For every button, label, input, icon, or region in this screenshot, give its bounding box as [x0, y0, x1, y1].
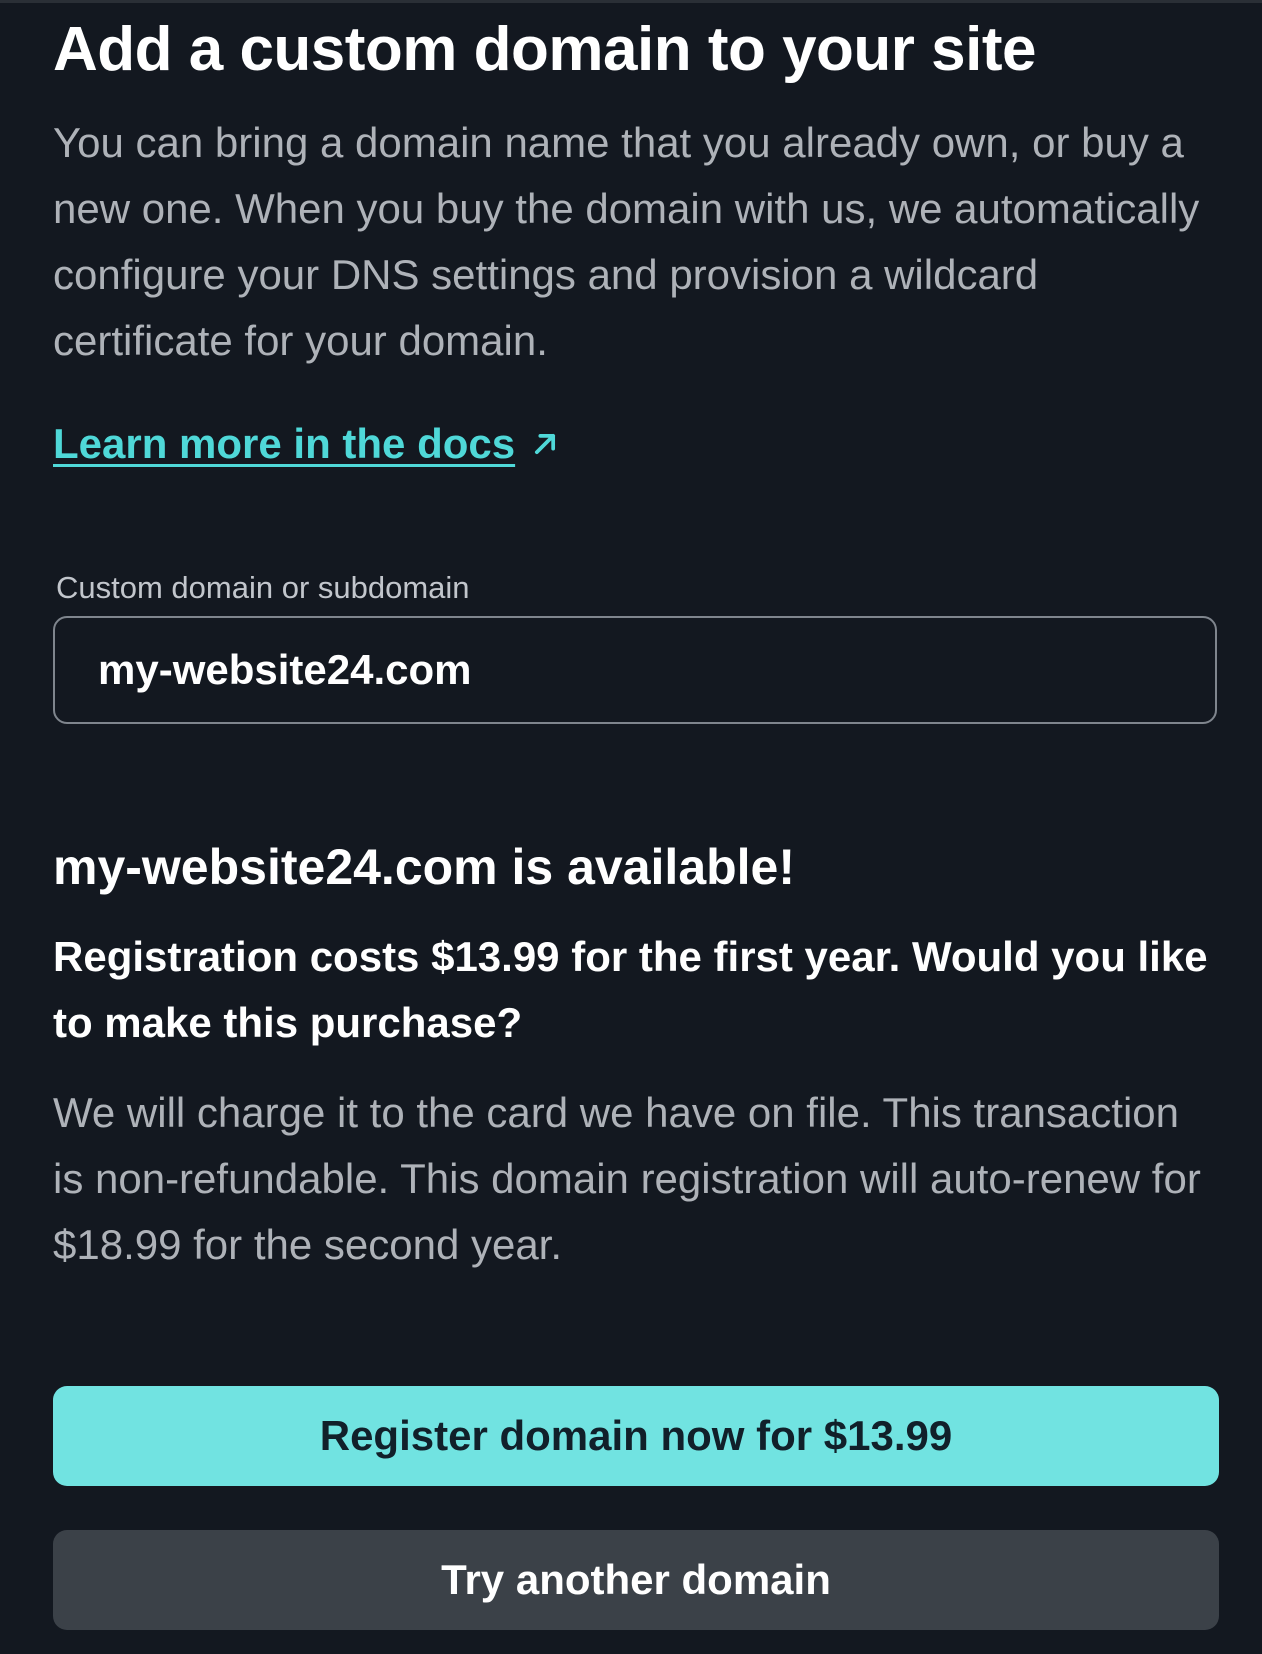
- availability-heading: my-website24.com is available!: [53, 839, 796, 895]
- try-another-domain-button[interactable]: Try another domain: [53, 1530, 1219, 1630]
- charge-note: We will charge it to the card we have on…: [53, 1089, 1201, 1268]
- external-arrow-icon: [535, 433, 556, 455]
- docs-link-label: Learn more in the docs: [53, 420, 516, 467]
- docs-link[interactable]: Learn more in the docs: [53, 420, 559, 468]
- intro-text: You can bring a domain name that you alr…: [53, 119, 1200, 364]
- page-title: Add a custom domain to your site: [53, 15, 1037, 84]
- register-domain-button[interactable]: Register domain now for $13.99: [53, 1386, 1219, 1486]
- top-border: [0, 0, 1262, 3]
- domain-input[interactable]: [53, 616, 1217, 724]
- domain-field-label: Custom domain or subdomain: [56, 570, 470, 605]
- registration-cost-question: Registration costs $13.99 for the first …: [53, 933, 1208, 1046]
